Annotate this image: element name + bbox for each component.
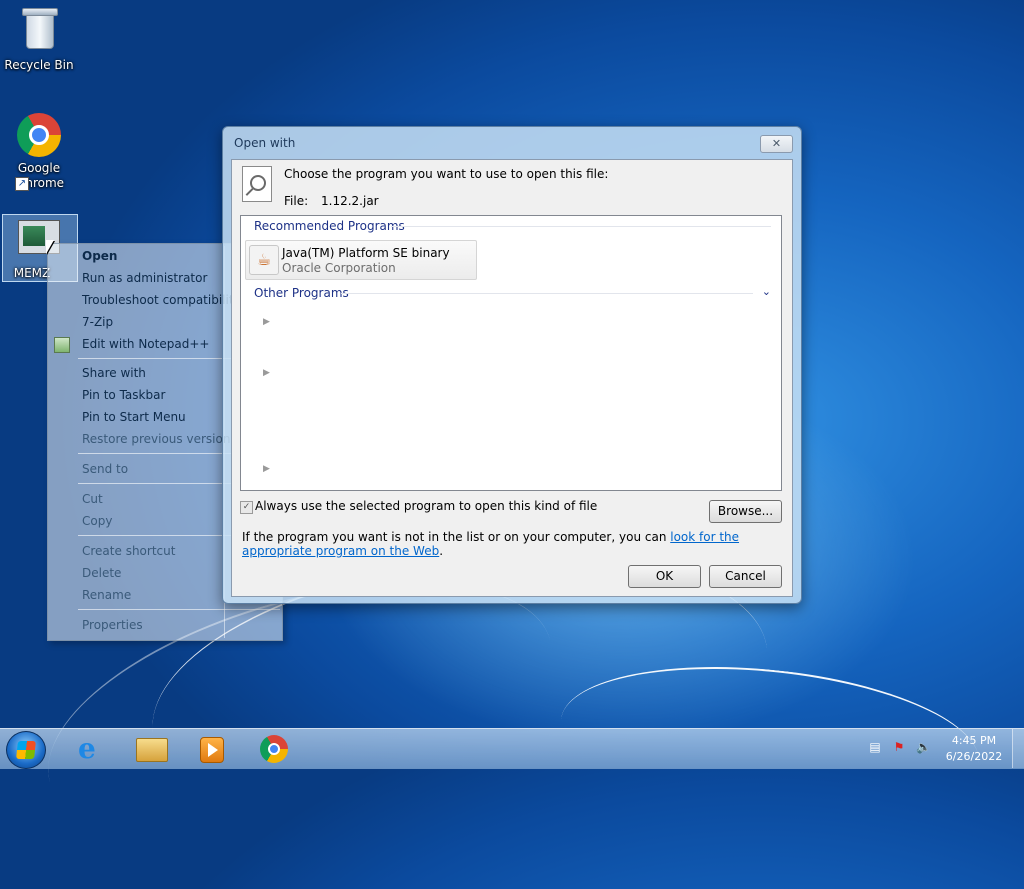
chrome-icon	[17, 113, 61, 157]
file-search-icon	[242, 166, 272, 202]
menu-item-troubleshoot[interactable]: Troubleshoot compatibility	[82, 290, 241, 310]
menu-separator	[78, 609, 280, 610]
menu-item-rename[interactable]: Rename	[82, 585, 131, 605]
close-button[interactable]: ✕	[760, 135, 793, 153]
notepad-plus-plus-icon	[54, 337, 70, 353]
always-use-checkbox[interactable]: ✓	[240, 501, 253, 514]
menu-item-send-to[interactable]: Send to	[82, 459, 128, 479]
menu-item-properties[interactable]: Properties	[82, 615, 143, 635]
network-icon[interactable]: ▤	[868, 740, 882, 754]
hint-text: If the program you want is not in the li…	[242, 530, 782, 558]
collapsed-group-arrow-icon: ▶	[263, 317, 270, 327]
menu-item-open[interactable]: Open	[82, 246, 117, 266]
menu-item-share-with[interactable]: Share with	[82, 363, 146, 383]
chrome-icon	[260, 735, 288, 763]
collapsed-group-arrow-icon: ▶	[263, 368, 270, 378]
program-publisher: Oracle Corporation	[282, 261, 396, 275]
menu-item-cut[interactable]: Cut	[82, 489, 103, 509]
hint-text-end: .	[439, 544, 444, 558]
menu-item-run-as-admin[interactable]: Run as administrator	[82, 268, 207, 288]
hint-text-body: If the program you want is not in the li…	[242, 530, 671, 544]
clock-time: 4:45 PM	[951, 734, 997, 747]
clock-date: 6/26/2022	[945, 750, 1003, 763]
menu-item-create-shortcut[interactable]: Create shortcut	[82, 541, 175, 561]
action-center-flag-icon[interactable]: ⚑	[892, 740, 906, 754]
dialog-prompt: Choose the program you want to use to op…	[284, 167, 609, 181]
chevron-down-icon[interactable]: ⌄	[762, 285, 771, 298]
menu-item-restore-versions[interactable]: Restore previous versions	[82, 429, 237, 449]
desktop-icon-recycle-bin[interactable]: Recycle Bin	[1, 8, 77, 73]
menu-item-pin-start[interactable]: Pin to Start Menu	[82, 407, 186, 427]
file-name: 1.12.2.jar	[321, 194, 379, 208]
always-use-label: Always use the selected program to open …	[255, 499, 598, 513]
dialog-title: Open with	[234, 136, 296, 150]
recycle-bin-icon	[22, 8, 58, 49]
start-button[interactable]	[6, 731, 46, 769]
program-java[interactable]: ☕ Java(TM) Platform SE binary Oracle Cor…	[245, 240, 477, 280]
java-icon: ☕	[249, 245, 279, 275]
collapsed-group-arrow-icon: ▶	[263, 464, 270, 474]
ok-button[interactable]: OK	[628, 565, 701, 588]
shortcut-arrow-icon: ↗	[15, 177, 29, 191]
media-player-icon	[200, 737, 224, 763]
desktop-icon-google-chrome[interactable]: ↗ Google Chrome	[1, 113, 77, 191]
mouse-cursor-icon	[46, 240, 54, 254]
program-name: Java(TM) Platform SE binary	[282, 246, 450, 260]
other-programs-header[interactable]: Other Programs	[254, 286, 349, 300]
file-label: File:	[284, 194, 309, 208]
browse-button[interactable]: Browse...	[709, 500, 782, 523]
taskbar-windows-explorer[interactable]	[126, 732, 176, 766]
group-divider	[391, 226, 771, 227]
open-with-dialog: Open with ✕ Choose the program you want …	[222, 126, 802, 604]
show-desktop-button[interactable]	[1012, 729, 1024, 768]
program-list[interactable]: Recommended Programs ☕ Java(TM) Platform…	[240, 215, 782, 491]
internet-explorer-icon: e	[78, 732, 96, 765]
taskbar-internet-explorer[interactable]: e	[66, 732, 116, 766]
volume-icon[interactable]: 🔈	[916, 740, 931, 754]
menu-item-delete[interactable]: Delete	[82, 563, 121, 583]
group-divider	[341, 293, 753, 294]
menu-item-copy[interactable]: Copy	[82, 511, 112, 531]
menu-item-7zip[interactable]: 7-Zip	[82, 312, 113, 332]
taskbar-media-player[interactable]	[186, 732, 236, 766]
desktop-icon-label: Recycle Bin	[4, 58, 74, 72]
menu-item-pin-taskbar[interactable]: Pin to Taskbar	[82, 385, 165, 405]
taskbar-google-chrome[interactable]	[250, 732, 300, 766]
recommended-programs-header[interactable]: Recommended Programs	[254, 219, 405, 233]
cancel-button[interactable]: Cancel	[709, 565, 782, 588]
menu-item-edit-notepad[interactable]: Edit with Notepad++	[82, 334, 209, 354]
folder-icon	[136, 738, 168, 762]
dialog-client-area: Choose the program you want to use to op…	[231, 159, 793, 597]
taskbar-clock[interactable]: 4:45 PM 6/26/2022	[944, 733, 1004, 765]
